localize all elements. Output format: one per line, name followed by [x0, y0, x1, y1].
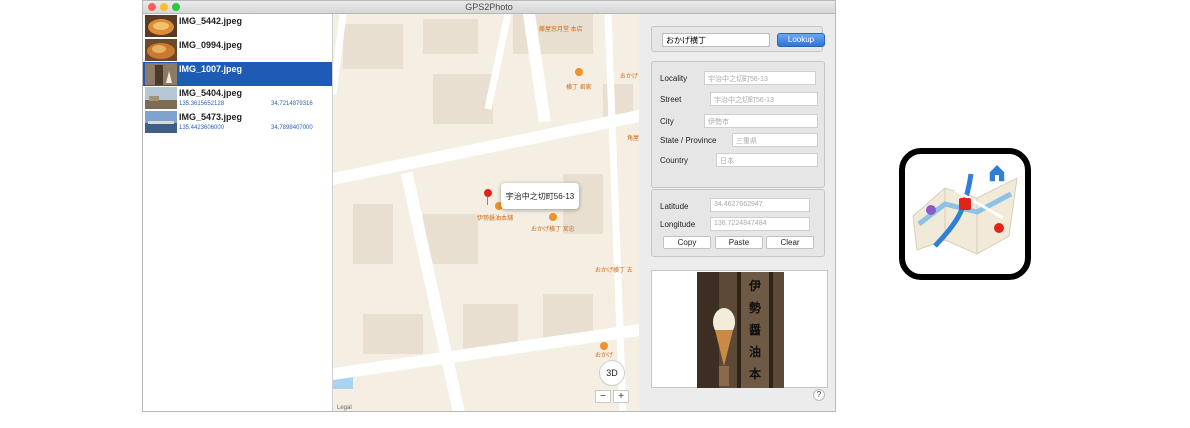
city-label: City	[660, 117, 674, 126]
street-field[interactable]: 宇治中之切町56-13	[710, 92, 818, 106]
file-name: IMG_5442.jpeg	[179, 16, 243, 26]
legal-link[interactable]: Legal	[337, 405, 352, 411]
restaurant-icon[interactable]	[549, 213, 557, 221]
details-panel: Lookup Locality 宇治中之切町56-13 Street 宇治中之切…	[639, 14, 835, 411]
longitude-field[interactable]: 136.7224847484	[710, 217, 810, 231]
3d-button[interactable]: 3D	[599, 360, 625, 386]
restaurant-icon[interactable]	[600, 342, 608, 350]
lookup-button[interactable]: Lookup	[777, 33, 825, 47]
file-name: IMG_0994.jpeg	[179, 40, 243, 50]
list-item[interactable]: IMG_5473.jpeg 135.4423606000 34.78984070…	[143, 110, 332, 134]
map-poi-label: 藤屋窓月堂 本店	[539, 27, 583, 33]
map-poi-label: おかげ	[620, 74, 639, 80]
map-poi-label: おかげ	[595, 353, 614, 359]
state-field[interactable]: 三重県	[732, 133, 818, 147]
map-poi-label: 横丁 君家	[566, 85, 592, 91]
map-poi-label: 伊勢醤油本舗	[477, 216, 514, 222]
map-poi-label: おかげ横丁 宮忠	[531, 227, 575, 233]
locality-label: Locality	[660, 74, 688, 83]
locality-field[interactable]: 宇治中之切町56-13	[704, 71, 816, 85]
photo-thumbnail	[145, 111, 177, 133]
longitude-text: 135.3615652128	[179, 101, 225, 107]
address-callout: 宇治中之切町56-13	[501, 183, 579, 209]
longitude-text: 135.4423606000	[179, 125, 225, 131]
callout-text: 宇治中之切町56-13	[505, 192, 575, 201]
map-poi-label: 角屋	[627, 136, 639, 142]
restaurant-icon[interactable]	[575, 68, 583, 76]
city-field[interactable]: 伊勢市	[704, 114, 818, 128]
lookup-group: Lookup	[651, 26, 825, 52]
photo-thumbnail	[145, 15, 177, 37]
file-name: IMG_5404.jpeg	[179, 88, 243, 98]
map-view[interactable]: 藤屋窓月堂 本店 横丁 君家 おかげ 角屋 伊勢醤油本舗 おかげ横丁 宮忠 おか…	[333, 14, 639, 411]
photo-list: IMG_5442.jpeg IMG_0994.jpeg IMG_1007.jpe…	[143, 14, 333, 411]
lookup-input[interactable]	[662, 33, 770, 47]
zoom-in-button[interactable]: +	[613, 390, 629, 403]
clear-button[interactable]: Clear	[766, 236, 814, 249]
copy-button[interactable]: Copy	[663, 236, 711, 249]
longitude-label: Longitude	[660, 220, 696, 229]
list-item[interactable]: IMG_5442.jpeg	[143, 14, 332, 38]
address-group: Locality 宇治中之切町56-13 Street 宇治中之切町56-13 …	[651, 61, 825, 188]
paste-button[interactable]: Paste	[715, 236, 763, 249]
list-item-selected[interactable]: IMG_1007.jpeg	[143, 62, 332, 86]
latitude-field[interactable]: 34.4627662947	[710, 198, 810, 212]
country-field[interactable]: 日本	[716, 153, 818, 167]
latitude-text: 34.7214879316	[271, 101, 313, 107]
file-name: IMG_5473.jpeg	[179, 112, 243, 122]
latitude-label: Latitude	[660, 202, 689, 211]
zoom-out-button[interactable]: −	[595, 390, 611, 403]
map-poi-label: おかげ横丁 五	[595, 268, 633, 274]
state-label: State / Province	[660, 136, 717, 145]
list-item[interactable]: IMG_0994.jpeg	[143, 38, 332, 62]
title-bar: GPS2Photo	[143, 1, 835, 14]
country-label: Country	[660, 156, 689, 165]
folded-map-icon	[912, 162, 1018, 255]
street-label: Street	[660, 95, 682, 104]
pin-stem	[487, 197, 488, 205]
photo-preview: 伊勢醤油本	[651, 270, 828, 388]
app-window: GPS2Photo IMG_5442.jpeg IMG_0994.jpeg IM…	[142, 0, 836, 412]
preview-photo: 伊勢醤油本	[697, 272, 784, 388]
location-pin-icon[interactable]	[484, 189, 492, 197]
window-title: GPS2Photo	[465, 2, 513, 12]
photo-thumbnail	[145, 39, 177, 61]
file-name: IMG_1007.jpeg	[179, 64, 243, 74]
latitude-text: 34.7898407000	[271, 125, 313, 131]
photo-thumbnail	[145, 87, 177, 109]
list-item[interactable]: IMG_5404.jpeg 135.3615652128 34.72148793…	[143, 86, 332, 110]
app-icon	[899, 148, 1031, 280]
help-button[interactable]: ?	[813, 389, 825, 401]
photo-thumbnail	[145, 63, 177, 85]
